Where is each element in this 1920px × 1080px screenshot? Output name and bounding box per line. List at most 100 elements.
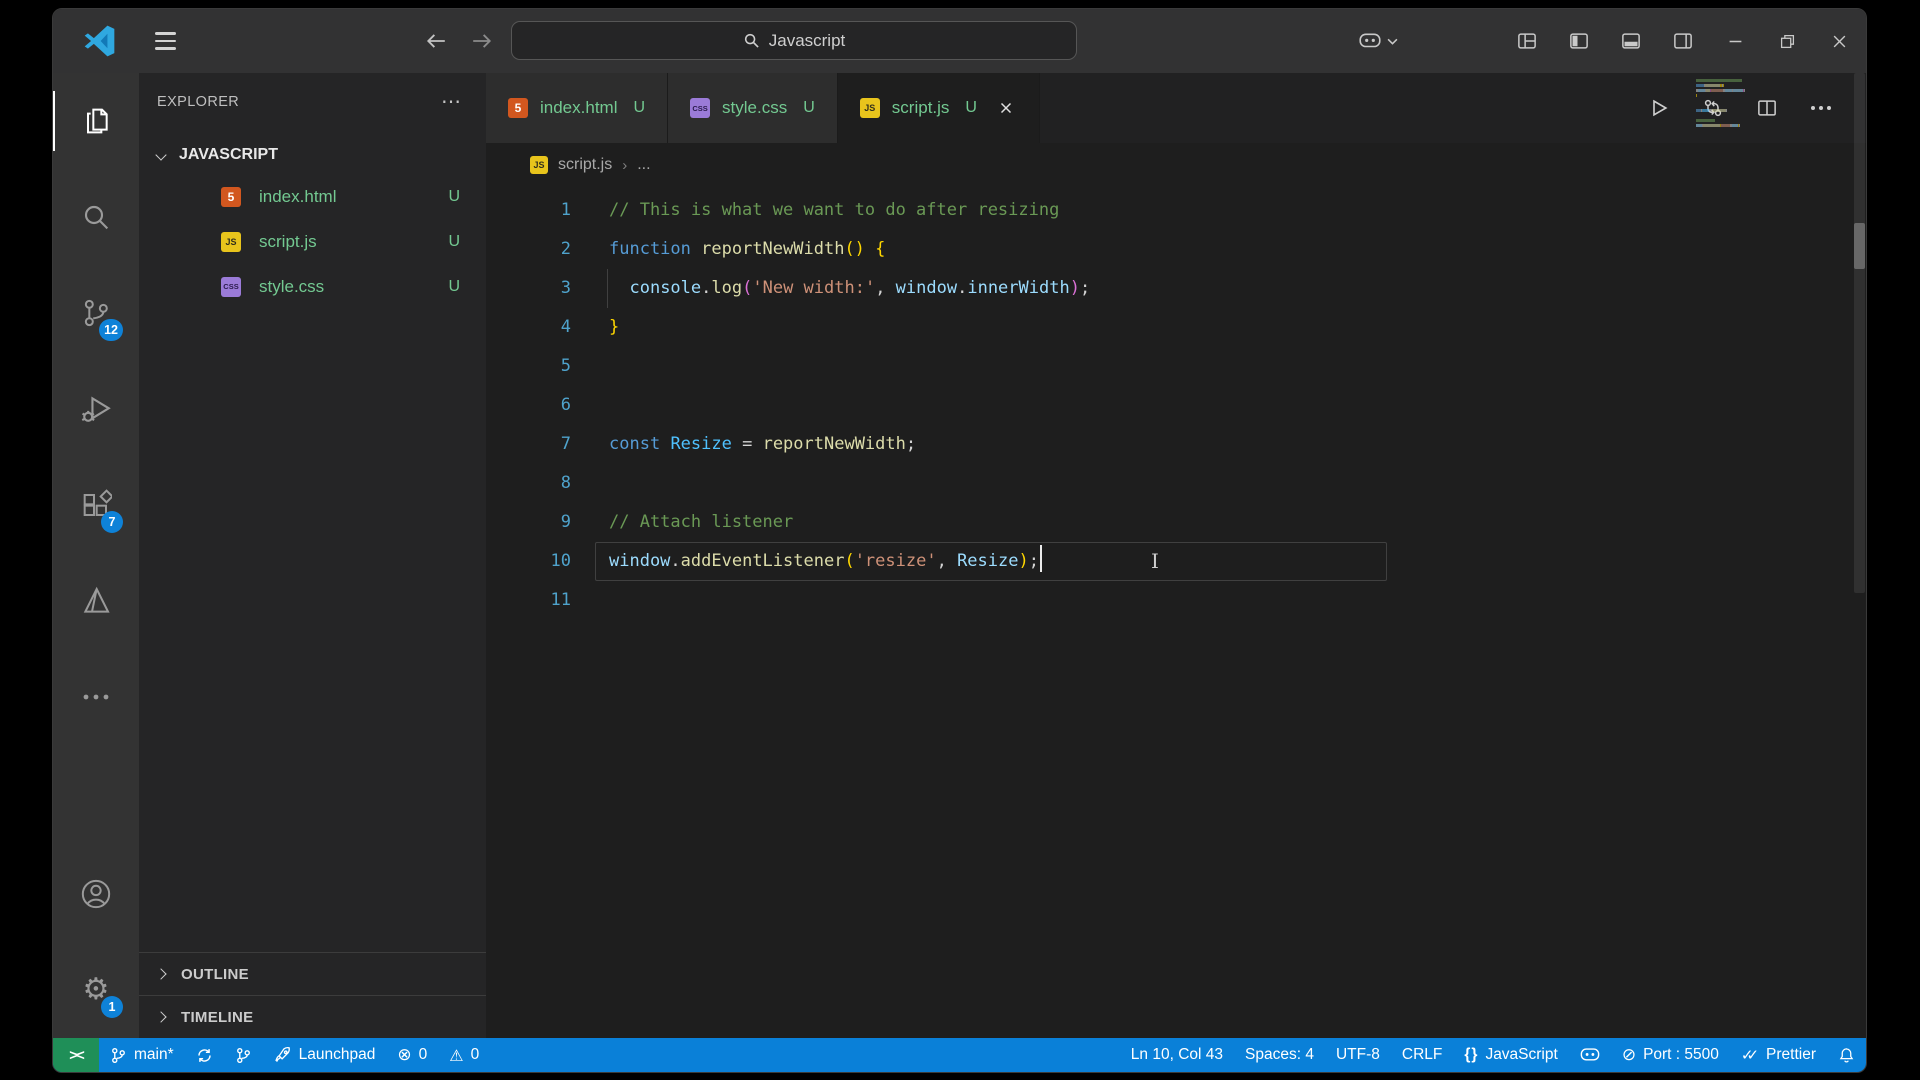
minimize-icon[interactable]: [1724, 30, 1746, 52]
toggle-primary-sidebar-icon[interactable]: [1568, 30, 1590, 52]
bell-icon: [1838, 1047, 1855, 1064]
file-name: style.css: [259, 276, 325, 296]
close-icon[interactable]: [1828, 30, 1850, 52]
activity-run-debug[interactable]: [53, 361, 139, 457]
forward-arrow-icon[interactable]: [471, 32, 493, 50]
line-number[interactable]: 5: [486, 347, 571, 386]
css-file-icon: CSS: [690, 98, 711, 118]
breadcrumb-more[interactable]: ...: [637, 156, 650, 174]
activity-live-server[interactable]: [53, 553, 139, 649]
file-item-script.js[interactable]: JS script.js U: [139, 219, 486, 264]
js-file-icon: JS: [221, 231, 241, 252]
settings-item[interactable]: ⚙ 1: [53, 942, 139, 1038]
blocked-icon: ⊘: [1621, 1045, 1637, 1065]
line-content[interactable]: // This is what we want to do after resi…: [609, 191, 1059, 230]
more-actions-icon[interactable]: [1810, 97, 1832, 119]
line-number[interactable]: 10: [486, 542, 571, 581]
activity-explorer[interactable]: [53, 73, 139, 169]
status-eol[interactable]: CRLF: [1391, 1038, 1453, 1072]
tab-git-status: U: [633, 99, 646, 116]
toggle-panel-icon[interactable]: [1620, 30, 1642, 52]
editor-group: 5 index.html U CSS style.css U JS script.js U JS…: [486, 73, 1866, 1038]
status-encoding[interactable]: UTF-8: [1325, 1038, 1391, 1072]
line-number[interactable]: 3: [486, 269, 571, 308]
line-number[interactable]: 1: [486, 191, 571, 230]
status-warnings[interactable]: ⚠ 0: [438, 1038, 490, 1072]
copilot-icon: [1580, 1048, 1600, 1062]
status-label: Port : 5500: [1643, 1046, 1719, 1063]
text-cursor: [1039, 545, 1042, 572]
menu-icon[interactable]: [155, 32, 176, 50]
tab-script.js[interactable]: JS script.js U: [837, 73, 1040, 143]
accounts-item[interactable]: [53, 846, 139, 942]
remote-indicator[interactable]: ><: [53, 1038, 99, 1072]
js-file-icon: JS: [859, 98, 880, 118]
line-number[interactable]: 7: [486, 425, 571, 464]
line-content[interactable]: function reportNewWidth() {: [609, 230, 885, 269]
line-number[interactable]: 6: [486, 386, 571, 425]
editor-scrollbar[interactable]: [1852, 73, 1866, 1038]
line-content[interactable]: console.log('New width:', window.innerWi…: [607, 269, 1090, 308]
activity-source-control[interactable]: 12: [53, 265, 139, 361]
status-notifications[interactable]: [1827, 1038, 1866, 1072]
status-copilot[interactable]: [1569, 1038, 1611, 1072]
line-number[interactable]: 4: [486, 308, 571, 347]
code-line-1: 1 // This is what we want to do after res…: [486, 191, 1866, 230]
line-content[interactable]: }: [609, 308, 619, 347]
restore-icon[interactable]: [1776, 30, 1798, 52]
line-number[interactable]: 8: [486, 464, 571, 503]
back-arrow-icon[interactable]: [425, 32, 447, 50]
activity-search[interactable]: [53, 169, 139, 265]
explorer-actions-icon[interactable]: ⋯: [441, 89, 462, 114]
scrollbar-thumb-hover[interactable]: [1854, 223, 1865, 269]
status-port[interactable]: ⊘ Port : 5500: [1611, 1038, 1730, 1072]
status-label: JavaScript: [1485, 1046, 1558, 1063]
status-launchpad[interactable]: Launchpad: [263, 1038, 387, 1072]
status-label: Ln 10, Col 43: [1130, 1046, 1224, 1063]
code-editor[interactable]: 1 // This is what we want to do after res…: [486, 187, 1866, 1038]
file-item-style.css[interactable]: CSS style.css U: [139, 264, 486, 309]
git-branch-icon: [110, 1047, 127, 1064]
status-indentation[interactable]: Spaces: 4: [1234, 1038, 1325, 1072]
tab-label: script.js: [891, 98, 950, 117]
status-gitlens[interactable]: [224, 1038, 263, 1072]
run-icon[interactable]: [1648, 97, 1670, 119]
tab-git-status: U: [965, 99, 977, 116]
status-prettier[interactable]: ✓✓ Prettier: [1730, 1038, 1827, 1072]
panel-timeline[interactable]: TIMELINE: [139, 995, 486, 1038]
minimap[interactable]: [1696, 79, 1788, 134]
status-sync[interactable]: [185, 1038, 224, 1072]
git-status-badge: U: [448, 232, 460, 250]
code-line-8: 8: [486, 464, 1866, 503]
status-git-branch[interactable]: main*: [99, 1038, 185, 1072]
status-cursor-position[interactable]: Ln 10, Col 43: [1120, 1038, 1234, 1072]
command-center-search[interactable]: Javascript: [511, 21, 1077, 60]
tab-label: style.css: [722, 98, 788, 117]
status-language-mode[interactable]: {} JavaScript: [1453, 1038, 1568, 1072]
chevron-right-icon: ›: [622, 156, 628, 174]
activity-extensions[interactable]: 7: [53, 457, 139, 553]
chevron-down-icon: [155, 149, 167, 161]
close-tab-icon[interactable]: [995, 97, 1017, 119]
file-item-index.html[interactable]: 5 index.html U: [139, 174, 486, 219]
code-line-7: 7 const Resize = reportNewWidth;: [486, 425, 1866, 464]
status-bar: >< main* Launchpad ⊗ 0 ⚠ 0 Ln 10, Col 43 Spaces…: [53, 1038, 1866, 1072]
scrollbar-thumb[interactable]: [1854, 73, 1865, 593]
folder-section-javascript[interactable]: JAVASCRIPT: [139, 136, 486, 174]
panel-outline[interactable]: OUTLINE: [139, 952, 486, 995]
line-number[interactable]: 9: [486, 503, 571, 542]
tab-bar: 5 index.html U CSS style.css U JS script.js U: [486, 73, 1866, 143]
line-content[interactable]: const Resize = reportNewWidth;: [609, 425, 916, 464]
copilot-menu[interactable]: [1359, 9, 1398, 73]
tab-index.html[interactable]: 5 index.html U: [486, 73, 669, 143]
toggle-secondary-sidebar-icon[interactable]: [1672, 30, 1694, 52]
customize-layout-icon[interactable]: [1516, 30, 1538, 52]
line-number[interactable]: 11: [486, 581, 571, 620]
line-content[interactable]: window.addEventListener('resize', Resize…: [595, 542, 1387, 581]
line-content[interactable]: // Attach listener: [609, 503, 793, 542]
line-number[interactable]: 2: [486, 230, 571, 269]
breadcrumb-file[interactable]: script.js: [558, 156, 612, 174]
tab-style.css[interactable]: CSS style.css U: [668, 73, 838, 143]
activity-more[interactable]: [53, 649, 139, 745]
status-errors[interactable]: ⊗ 0: [386, 1038, 438, 1072]
